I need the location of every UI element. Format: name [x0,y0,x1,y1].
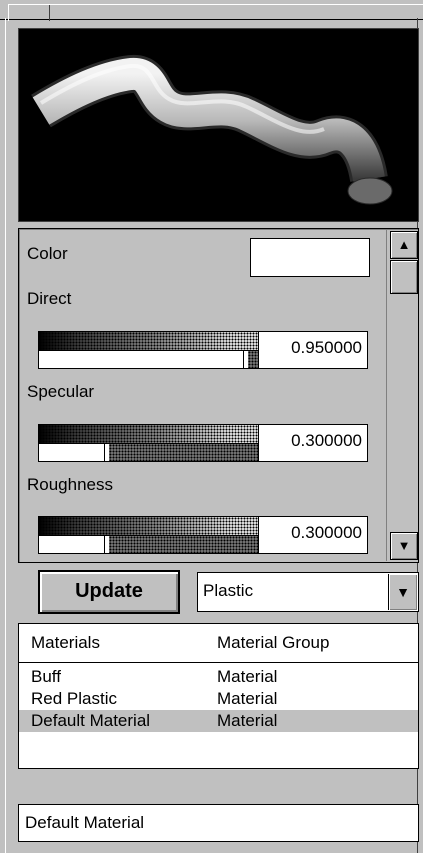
column-header-material-group[interactable]: Material Group [217,633,329,653]
direct-value-field[interactable]: 0.950000 [258,331,368,369]
slider-thumb[interactable] [104,536,109,553]
update-button[interactable]: Update [38,570,180,614]
list-item-selected[interactable]: Default Material Material [19,710,418,732]
list-item[interactable]: Buff Material [19,666,418,688]
arrow-down-icon: ▼ [397,538,411,553]
list-item[interactable]: Red Plastic Material [19,688,418,710]
roughness-value-field[interactable]: 0.300000 [258,516,368,554]
column-header-materials[interactable]: Materials [31,633,100,653]
scroll-up-button[interactable]: ▲ [390,231,418,259]
material-name: Red Plastic [31,689,117,708]
material-group: Material [217,667,278,686]
selected-material-text: Default Material [25,813,145,832]
slider-thumb[interactable] [243,351,248,368]
material-group: Material [217,711,278,730]
material-preview [18,28,419,222]
direct-slider[interactable] [38,331,260,369]
slider-thumb[interactable] [104,444,109,461]
selected-material-field[interactable]: Default Material [18,804,419,842]
dropdown-arrow-icon[interactable]: ▼ [388,574,417,610]
roughness-slider[interactable] [38,516,260,554]
direct-label: Direct [27,289,72,308]
material-name: Default Material [31,711,151,730]
slider-fill [109,444,258,461]
material-name: Buff [31,667,61,686]
specular-slider[interactable] [38,424,260,462]
specular-value-field[interactable]: 0.300000 [258,424,368,462]
scroll-thumb[interactable] [390,260,418,294]
slider-fill [109,536,258,553]
color-swatch[interactable] [250,238,370,277]
arrow-up-icon: ▲ [397,237,411,252]
scroll-down-button[interactable]: ▼ [390,532,418,560]
roughness-label: Roughness [27,475,114,494]
tube-render-icon [31,55,393,205]
color-label: Color [27,244,68,263]
top-tab-strip [0,0,423,21]
specular-label: Specular [27,382,95,401]
slider-fill [248,351,258,368]
material-type-value: Plastic [203,581,254,600]
material-type-select[interactable]: Plastic ▼ [197,572,419,612]
material-group: Material [217,689,278,708]
materials-list-header: Materials Material Group [19,624,418,663]
materials-list[interactable]: Materials Material Group Buff Material R… [18,623,419,769]
